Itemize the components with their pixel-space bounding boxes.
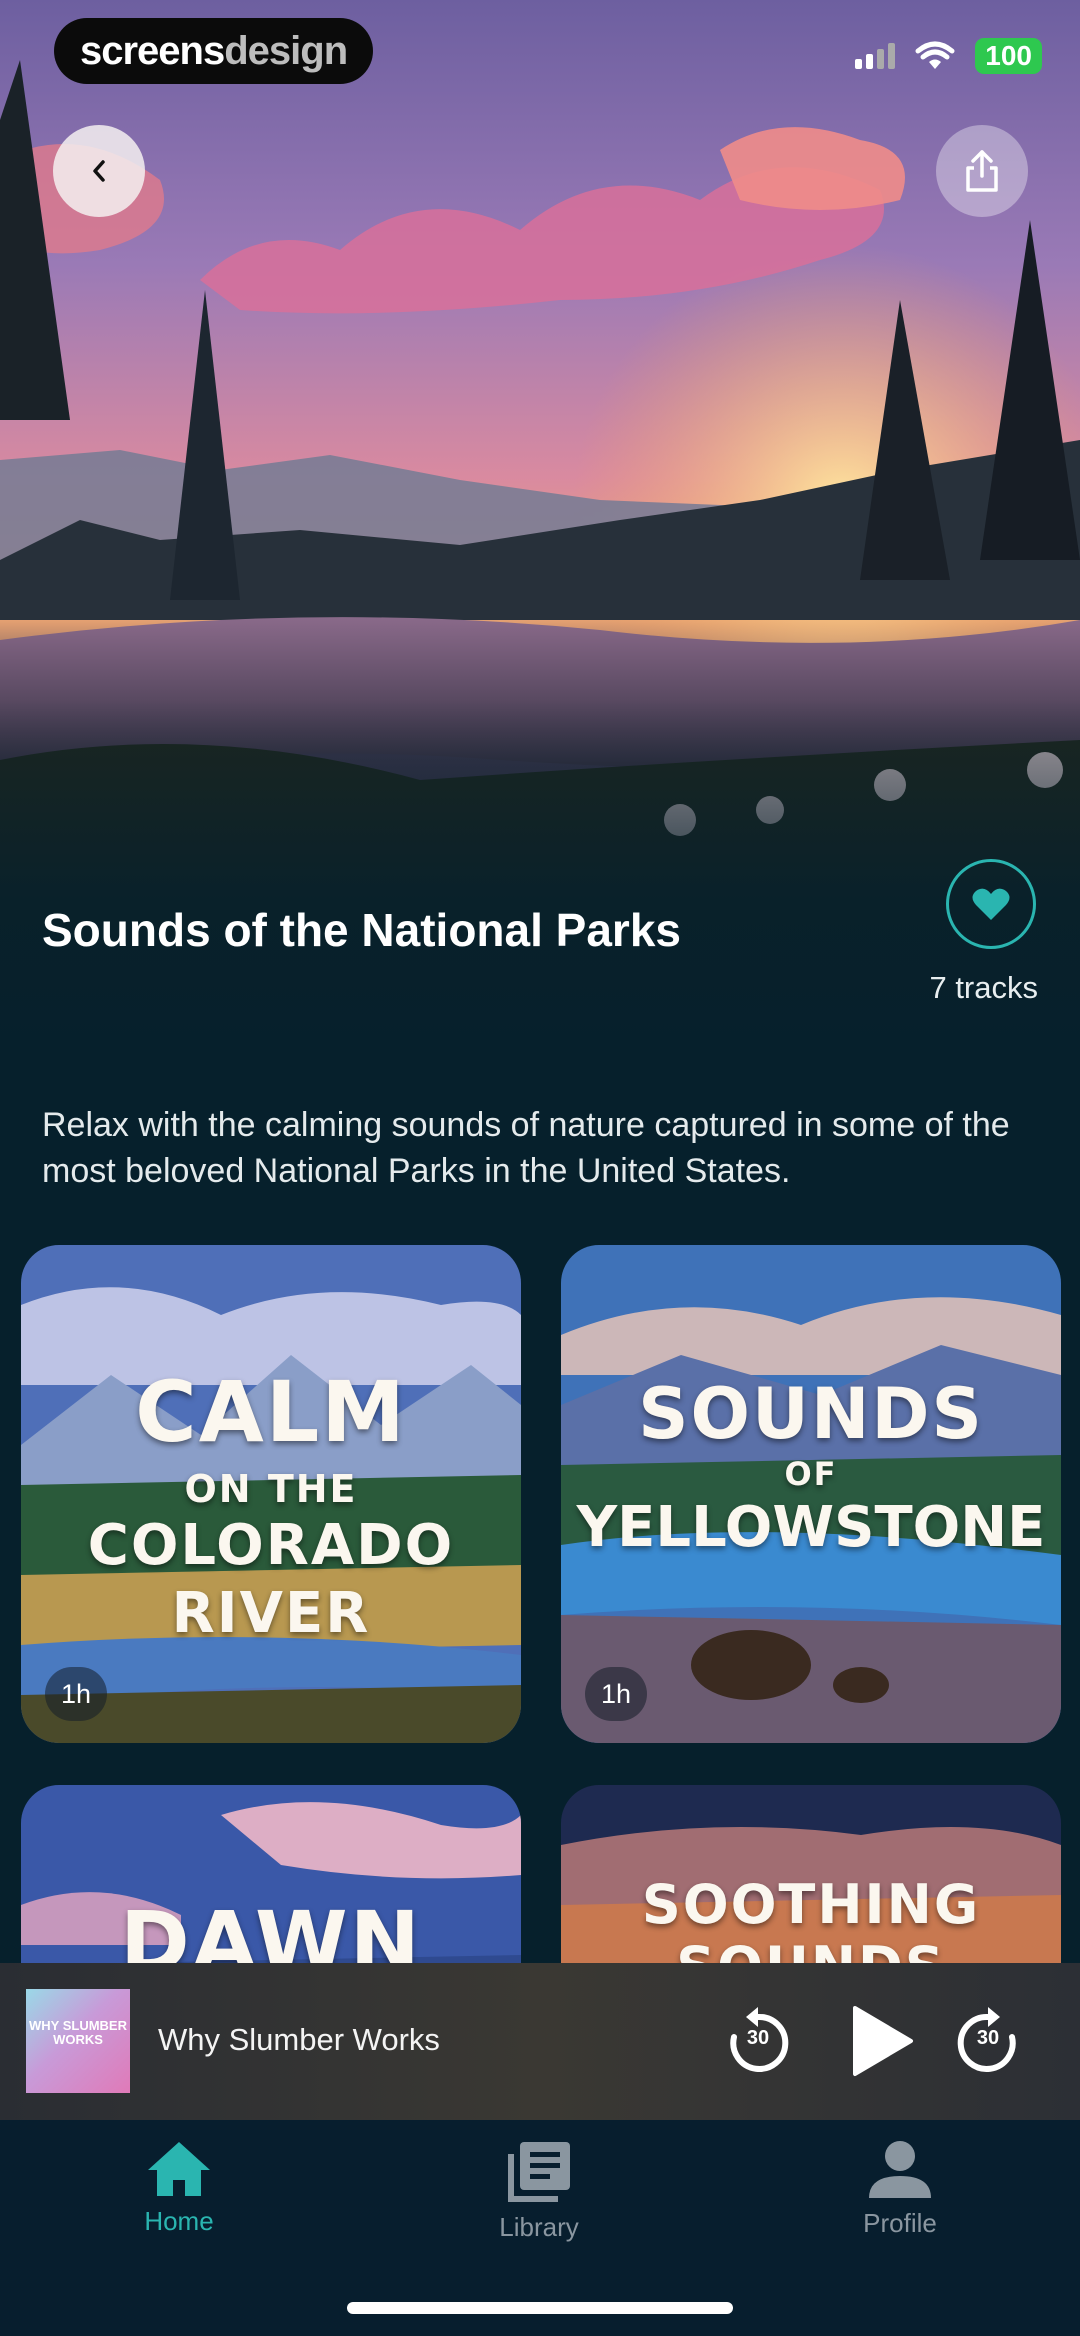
brand-part-2: design xyxy=(224,28,348,73)
card-title-line2: ON THE xyxy=(184,1467,358,1511)
play-button[interactable] xyxy=(842,1999,922,2083)
profile-icon xyxy=(869,2141,931,2198)
home-icon xyxy=(148,2142,210,2196)
hero-fade-overlay xyxy=(0,700,1080,1060)
mini-player[interactable]: WHY SLUMBER WORKS Why Slumber Works 30 3… xyxy=(0,1963,1080,2120)
card-title-line2: SOUNDS xyxy=(561,1935,1061,1965)
card-artwork xyxy=(561,1245,1061,1743)
card-title-line1: SOUNDS xyxy=(638,1373,984,1455)
library-icon xyxy=(508,2142,570,2202)
brand-part-1: screens xyxy=(80,28,225,73)
nav-home[interactable]: Home xyxy=(79,2140,279,2237)
track-card-yellowstone[interactable]: SOUNDS OF YELLOWSTONE 1h xyxy=(561,1245,1061,1743)
nav-profile[interactable]: Profile xyxy=(800,2140,1000,2239)
card-title-line1: SOOTHING xyxy=(641,1873,981,1936)
card-title-line2: OF xyxy=(784,1455,838,1493)
artwork-text: WHY SLUMBER WORKS xyxy=(29,2018,127,2047)
track-count: 7 tracks xyxy=(929,970,1038,1005)
card-title-line1: CALM xyxy=(135,1363,407,1461)
back-button[interactable] xyxy=(53,125,145,217)
duration-badge: 1h xyxy=(45,1667,107,1721)
share-icon xyxy=(966,150,998,192)
track-card-soothing-sounds[interactable]: SOOTHING SOUNDS xyxy=(561,1785,1061,1965)
nav-label-library: Library xyxy=(499,2212,579,2242)
collection-description: Relax with the calming sounds of nature … xyxy=(42,1106,1010,1190)
rewind-30-button[interactable]: 30 xyxy=(718,2003,798,2083)
track-grid: CALM ON THE COLORADO RIVER 1h SOUNDS OF … xyxy=(0,1245,1080,1965)
wifi-icon xyxy=(915,41,955,69)
nav-label-home: Home xyxy=(144,2206,214,2236)
nav-library[interactable]: Library xyxy=(439,2140,639,2243)
forward-30-button[interactable]: 30 xyxy=(948,2003,1028,2083)
duration-badge: 1h xyxy=(585,1667,647,1721)
card-title-line4: RIVER xyxy=(171,1581,371,1646)
forward-label: 30 xyxy=(976,2027,1000,2049)
card-title-line1: DAWN xyxy=(120,1893,422,1965)
rewind-label: 30 xyxy=(746,2027,770,2049)
battery-indicator: 100 xyxy=(975,38,1042,74)
card-title-line3: YELLOWSTONE xyxy=(576,1495,1046,1560)
track-card-calm-colorado[interactable]: CALM ON THE COLORADO RIVER 1h xyxy=(21,1245,521,1743)
chevron-left-icon xyxy=(93,160,105,182)
play-icon xyxy=(853,2006,913,2076)
home-indicator xyxy=(347,2302,733,2314)
brand-watermark: screens design xyxy=(54,18,374,84)
favorite-button[interactable] xyxy=(946,859,1036,949)
now-playing-title: Why Slumber Works xyxy=(158,2022,440,2057)
card-title-line3: COLORADO xyxy=(87,1513,455,1578)
cellular-signal-icon xyxy=(855,43,896,69)
status-bar: 100 xyxy=(855,38,1042,74)
heart-icon xyxy=(972,888,1010,920)
nav-label-profile: Profile xyxy=(863,2208,937,2238)
hero-image xyxy=(0,0,1080,1060)
track-card-dawn[interactable]: DAWN xyxy=(21,1785,521,1965)
page-title: Sounds of the National Parks xyxy=(42,904,681,956)
share-button[interactable] xyxy=(936,125,1028,217)
now-playing-artwork: WHY SLUMBER WORKS xyxy=(26,1989,130,2093)
